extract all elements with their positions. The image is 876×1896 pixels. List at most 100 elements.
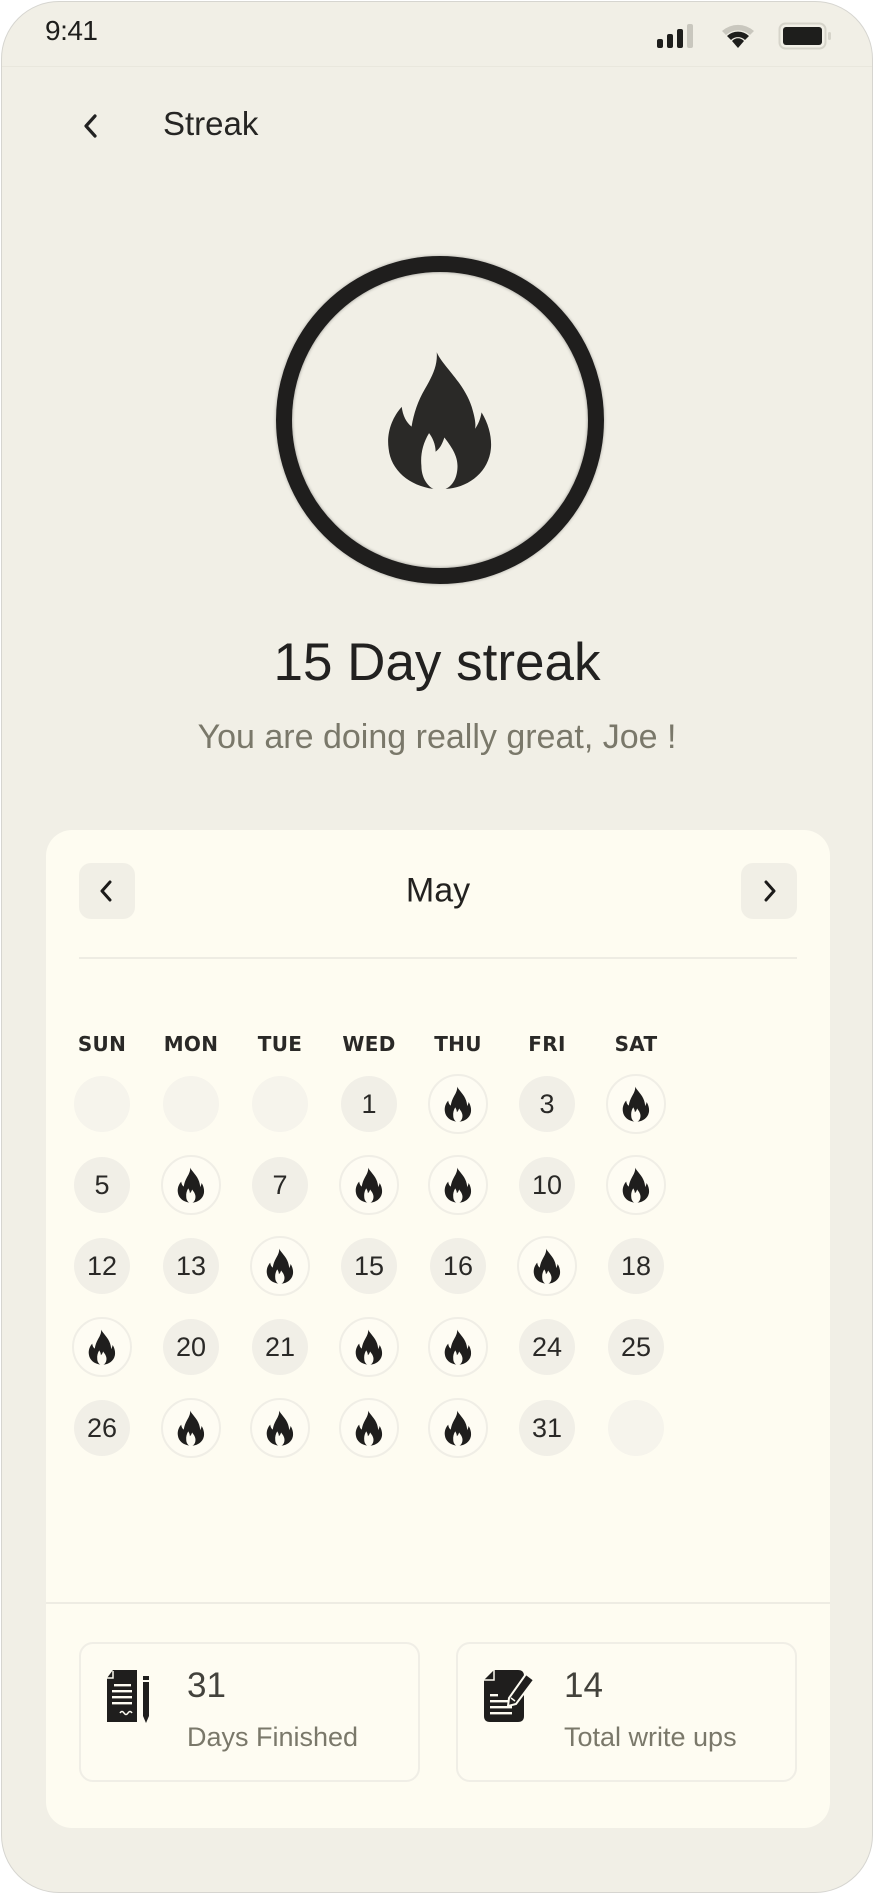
stat-value: 31: [187, 1666, 226, 1705]
calendar-day-13[interactable]: 13: [163, 1238, 219, 1294]
flame-icon: [88, 1329, 116, 1365]
calendar-day-26[interactable]: 26: [74, 1400, 130, 1456]
chevron-left-icon: [84, 114, 97, 138]
calendar-day-25[interactable]: 25: [608, 1319, 664, 1375]
day-number: 3: [539, 1088, 555, 1119]
flame-icon: [388, 352, 492, 489]
day-number: 1: [361, 1088, 377, 1119]
calendar-day-empty: [74, 1076, 130, 1132]
divider: [79, 957, 797, 959]
calendar-day-29-streak[interactable]: [339, 1398, 399, 1458]
calendar-day-11-streak[interactable]: [606, 1155, 666, 1215]
flame-icon: [355, 1167, 383, 1203]
day-number: 10: [531, 1169, 563, 1200]
flame-icon: [177, 1410, 205, 1446]
flame-icon: [622, 1086, 650, 1122]
calendar-day-17-streak[interactable]: [517, 1236, 577, 1296]
flame-icon: [444, 1086, 472, 1122]
month-label: May: [405, 871, 471, 910]
calendar-day-28-streak[interactable]: [250, 1398, 310, 1458]
streak-title: 15 Day streak: [273, 633, 601, 692]
flame-icon: [622, 1167, 650, 1203]
flame-icon: [266, 1248, 294, 1284]
calendar-day-22-streak[interactable]: [339, 1317, 399, 1377]
day-number: 5: [94, 1169, 110, 1200]
flame-icon: [266, 1410, 294, 1446]
calendar-card: May SUN MON TUE WED THU FRI SAT 1 3 5 7 10 12 13 15 16…: [46, 830, 830, 1828]
calendar-day-31[interactable]: 31: [519, 1400, 575, 1456]
calendar-day-5[interactable]: 5: [74, 1157, 130, 1213]
calendar-day-14-streak[interactable]: [250, 1236, 310, 1296]
day-number: 12: [86, 1250, 118, 1281]
weekday-tue: TUE: [257, 1032, 303, 1056]
flame-icon: [177, 1167, 205, 1203]
calendar-day-16[interactable]: 16: [430, 1238, 486, 1294]
status-time: 9:41: [45, 15, 98, 46]
streak-subtitle: You are doing really great, Joe !: [197, 718, 677, 756]
weekday-wed: WED: [342, 1032, 396, 1056]
day-number: 26: [86, 1412, 118, 1443]
calendar-day-24[interactable]: 24: [519, 1319, 575, 1375]
stat-card-total-write-ups: 14 Total write ups: [456, 1642, 797, 1782]
weekday-mon: MON: [163, 1032, 219, 1056]
weekday-sun: SUN: [77, 1032, 127, 1056]
calendar-day-1[interactable]: 1: [341, 1076, 397, 1132]
flame-icon: [355, 1410, 383, 1446]
day-number: 15: [353, 1250, 385, 1281]
flame-icon: [533, 1248, 561, 1284]
calendar-day-15[interactable]: 15: [341, 1238, 397, 1294]
document-edit-icon: [482, 1668, 536, 1724]
document-pencil-icon: [105, 1668, 157, 1724]
calendar-day-4-streak[interactable]: [606, 1074, 666, 1134]
streak-badge: [276, 256, 604, 584]
header: Streak: [2, 94, 872, 156]
day-number: 16: [442, 1250, 474, 1281]
flame-icon: [444, 1329, 472, 1365]
wifi-icon: [720, 22, 756, 54]
calendar-day-empty: [163, 1076, 219, 1132]
calendar-day-8-streak[interactable]: [339, 1155, 399, 1215]
weekday-sat: SAT: [614, 1032, 658, 1056]
divider: [46, 1602, 830, 1604]
weekday-thu: THU: [434, 1032, 482, 1056]
calendar-day-30-streak[interactable]: [428, 1398, 488, 1458]
calendar-day-27-streak[interactable]: [161, 1398, 221, 1458]
weekday-fri: FRI: [528, 1032, 566, 1056]
calendar-day-empty: [252, 1076, 308, 1132]
day-number: 21: [264, 1331, 296, 1362]
stat-card-days-finished: 31 Days Finished: [79, 1642, 420, 1782]
day-number: 13: [175, 1250, 207, 1281]
status-bar: 9:41: [2, 2, 872, 67]
calendar-day-3[interactable]: 3: [519, 1076, 575, 1132]
calendar-day-19-streak[interactable]: [72, 1317, 132, 1377]
calendar-day-12[interactable]: 12: [74, 1238, 130, 1294]
battery-icon: [778, 22, 834, 54]
calendar-day-20[interactable]: 20: [163, 1319, 219, 1375]
day-number: 25: [620, 1331, 652, 1362]
calendar-day-7[interactable]: 7: [252, 1157, 308, 1213]
day-number: 18: [620, 1250, 652, 1281]
day-number: 20: [175, 1331, 207, 1362]
flame-icon: [444, 1167, 472, 1203]
calendar-day-6-streak[interactable]: [161, 1155, 221, 1215]
calendar-day-empty: [608, 1400, 664, 1456]
back-button[interactable]: [74, 108, 110, 144]
day-number: 7: [272, 1169, 288, 1200]
calendar-day-9-streak[interactable]: [428, 1155, 488, 1215]
next-month-button[interactable]: [741, 863, 797, 919]
day-number: 24: [531, 1331, 563, 1362]
calendar-day-23-streak[interactable]: [428, 1317, 488, 1377]
page-title: Streak: [163, 105, 259, 142]
stat-label: Total write ups: [564, 1722, 737, 1752]
day-number: 31: [531, 1412, 563, 1443]
calendar-day-10[interactable]: 10: [519, 1157, 575, 1213]
calendar-day-21[interactable]: 21: [252, 1319, 308, 1375]
flame-icon: [355, 1329, 383, 1365]
stat-value: 14: [564, 1666, 603, 1705]
flame-icon: [444, 1410, 472, 1446]
calendar-day-18[interactable]: 18: [608, 1238, 664, 1294]
calendar-day-2-streak[interactable]: [428, 1074, 488, 1134]
phone-screen: 9:41 Streak 15 Day streak You are doing …: [1, 1, 873, 1893]
stat-label: Days Finished: [187, 1722, 359, 1752]
chevron-right-icon: [764, 880, 776, 902]
